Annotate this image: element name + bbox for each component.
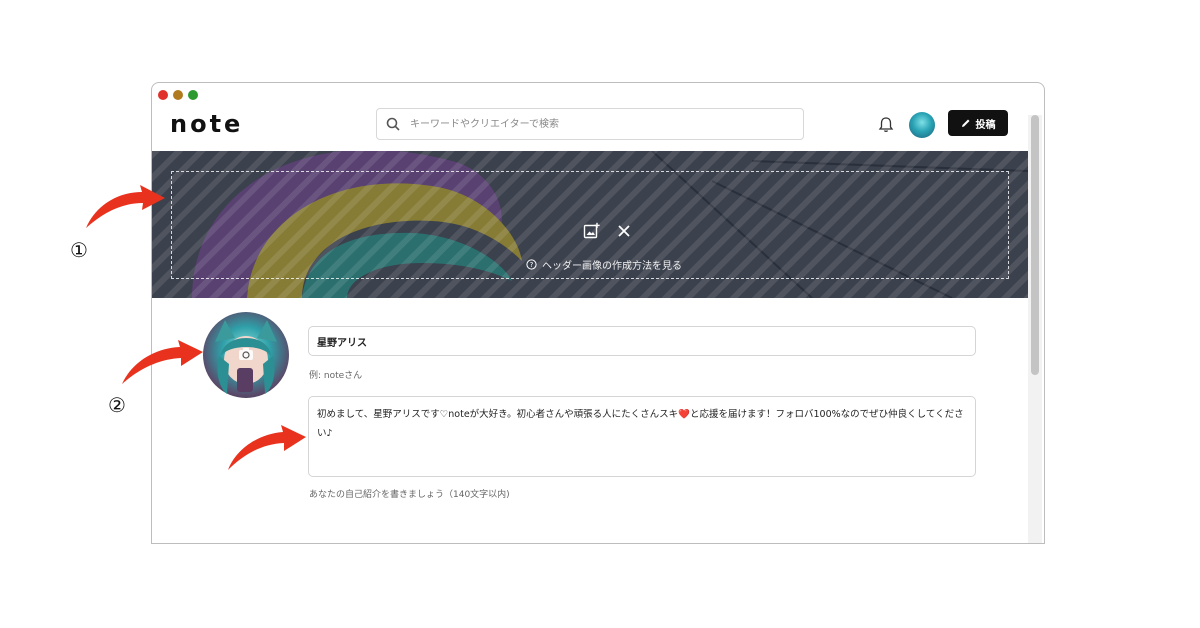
header-image-help-label: ヘッダー画像の作成方法を見る <box>542 261 682 272</box>
search-bar[interactable] <box>376 108 804 140</box>
display-name-input[interactable] <box>308 326 976 356</box>
window-controls <box>158 90 198 100</box>
user-avatar[interactable] <box>909 112 935 138</box>
camera-icon <box>239 348 253 360</box>
svg-text:?: ? <box>530 261 534 269</box>
post-button[interactable]: 投稿 <box>948 110 1008 136</box>
pencil-icon <box>961 119 969 127</box>
header-image-area[interactable]: ? ヘッダー画像の作成方法を見る <box>152 151 1028 298</box>
close-window-button[interactable] <box>158 90 168 100</box>
close-icon[interactable] <box>617 224 631 238</box>
annotation-number-1: ① <box>70 238 88 262</box>
search-input[interactable] <box>408 117 792 131</box>
search-icon <box>386 117 400 131</box>
post-button-label: 投稿 <box>975 119 996 131</box>
header-image-help-link[interactable]: ? ヘッダー画像の作成方法を見る <box>526 257 682 272</box>
minimize-window-button[interactable] <box>173 90 183 100</box>
profile-avatar-upload[interactable] <box>203 312 289 398</box>
scrollbar[interactable] <box>1028 115 1042 543</box>
header-image-dropzone[interactable]: ? ヘッダー画像の作成方法を見る <box>171 171 1009 279</box>
note-logo[interactable]: note <box>170 110 243 138</box>
display-name-hint: 例: noteさん <box>309 371 363 381</box>
add-image-icon[interactable] <box>583 222 601 240</box>
browser-window: note 投稿 <box>151 82 1045 544</box>
bio-textarea[interactable]: 初めまして、星野アリスです♡noteが大好き。初心者さんや頑張る人にたくさんスキ… <box>308 396 976 477</box>
header-image-actions <box>583 222 631 240</box>
bell-icon[interactable] <box>878 116 894 134</box>
help-circle-icon: ? <box>526 259 537 270</box>
scrollbar-thumb[interactable] <box>1031 115 1039 375</box>
annotation-number-2: ② <box>108 393 126 417</box>
bio-hint: あなたの自己紹介を書きましょう（140文字以内) <box>309 490 510 500</box>
maximize-window-button[interactable] <box>188 90 198 100</box>
